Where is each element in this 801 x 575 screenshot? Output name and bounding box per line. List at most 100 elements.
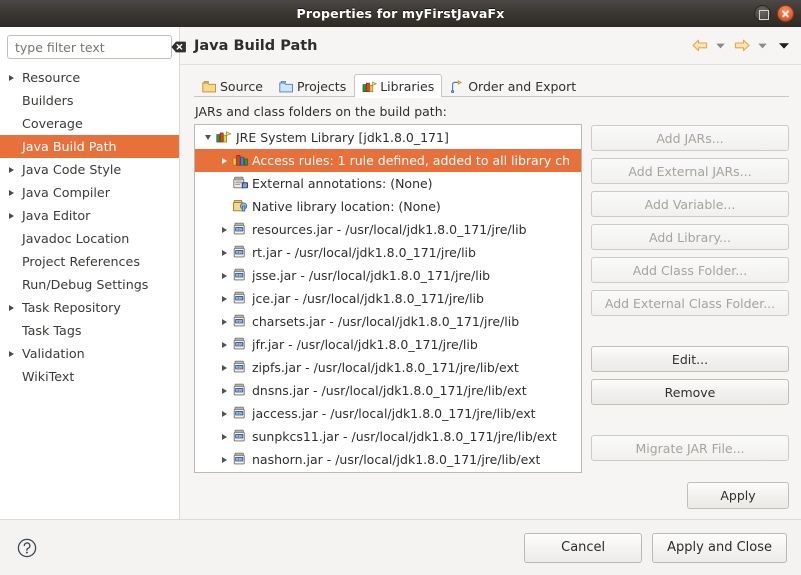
settings-sidebar: Resource Builders Coverage Java Build Path J… — [0, 27, 186, 519]
sidebar-item-label: Builders — [22, 93, 74, 108]
expand-arrow-icon[interactable] — [8, 167, 22, 173]
tree-row[interactable]: Native library location: (None) — [195, 195, 581, 218]
tab-libraries[interactable]: Libraries — [354, 74, 443, 98]
sidebar-item-label: Javadoc Location — [22, 231, 130, 246]
tab-projects[interactable]: Projects — [271, 74, 354, 97]
settings-content: Java Build Path Source Projects Librarie… — [180, 27, 801, 519]
tab-order-and-export[interactable]: Order and Export — [442, 74, 584, 97]
tree-row-label: dnsns.jar - /usr/local/jdk1.8.0_171/jre/… — [252, 383, 527, 398]
sidebar-item-java-code-style[interactable]: Java Code Style — [0, 158, 179, 181]
sidebar-item-builders[interactable]: Builders — [0, 89, 179, 112]
tree-row[interactable]: 010 jfr.jar - /usr/local/jdk1.8.0_171/jr… — [195, 333, 581, 356]
sidebar-item-resource[interactable]: Resource — [0, 66, 179, 89]
jar-icon: 010 — [232, 429, 249, 444]
title-bar: Properties for myFirstJavaFx — [0, 0, 801, 27]
sidebar-item-project-references[interactable]: Project References — [0, 250, 179, 273]
filter-box[interactable] — [7, 35, 186, 59]
back-arrow-icon[interactable] — [690, 37, 709, 55]
view-menu-icon[interactable] — [774, 37, 793, 55]
sidebar-item-validation[interactable]: Validation — [0, 342, 179, 365]
collapse-arrow-icon[interactable] — [200, 135, 216, 140]
expand-arrow-icon[interactable] — [8, 213, 22, 219]
sidebar-item-coverage[interactable]: Coverage — [0, 112, 179, 135]
tree-row[interactable]: 010 resources.jar - /usr/local/jdk1.8.0_… — [195, 218, 581, 241]
tree-row[interactable]: 010 jaccess.jar - /usr/local/jdk1.8.0_17… — [195, 402, 581, 425]
add-external-class-folder-button: Add External Class Folder... — [591, 290, 789, 316]
tree-row[interactable]: 010 dnsns.jar - /usr/local/jdk1.8.0_171/… — [195, 379, 581, 402]
expand-arrow-icon[interactable] — [216, 227, 232, 233]
expand-arrow-icon[interactable] — [216, 296, 232, 302]
sidebar-item-javadoc-location[interactable]: Javadoc Location — [0, 227, 179, 250]
expand-arrow-icon[interactable] — [216, 342, 232, 348]
expand-arrow-icon[interactable] — [216, 319, 232, 325]
tab-source[interactable]: Source — [194, 74, 271, 97]
sidebar-item-java-compiler[interactable]: Java Compiler — [0, 181, 179, 204]
back-dropdown-icon[interactable] — [711, 37, 730, 55]
tree-row-label: jfr.jar - /usr/local/jdk1.8.0_171/jre/li… — [252, 337, 478, 352]
sidebar-item-label: Resource — [22, 70, 81, 85]
properties-dialog: Properties for myFirstJavaFx Re — [0, 0, 801, 575]
svg-text:010: 010 — [236, 297, 242, 301]
expand-arrow-icon[interactable] — [216, 411, 232, 417]
svg-text:010: 010 — [236, 412, 242, 416]
tree-row[interactable]: 010 jsse.jar - /usr/local/jdk1.8.0_171/j… — [195, 264, 581, 287]
expand-arrow-icon[interactable] — [8, 190, 22, 196]
expand-arrow-icon[interactable] — [216, 457, 232, 463]
tree-row[interactable]: 010 zipfs.jar - /usr/local/jdk1.8.0_171/… — [195, 356, 581, 379]
sidebar-item-wikitext[interactable]: WikiText — [0, 365, 179, 388]
tree-row[interactable]: 010 nashorn.jar - /usr/local/jdk1.8.0_17… — [195, 448, 581, 471]
maximize-icon[interactable] — [754, 5, 771, 22]
expand-arrow-icon[interactable] — [216, 388, 232, 394]
tree-row[interactable]: @ External annotations: (None) — [195, 172, 581, 195]
libraries-tree-panel[interactable]: JRE System Library [jdk1.8.0_171] Access… — [194, 124, 582, 473]
apply-button[interactable]: Apply — [687, 482, 789, 509]
list-caption: JARs and class folders on the build path… — [195, 104, 447, 119]
expand-arrow-icon[interactable] — [8, 305, 22, 311]
tab-label: Projects — [296, 78, 347, 94]
sidebar-item-run-debug-settings[interactable]: Run/Debug Settings — [0, 273, 179, 296]
tree-row[interactable]: 010 sunpkcs11.jar - /usr/local/jdk1.8.0_… — [195, 425, 581, 448]
tree-row[interactable]: Access rules: 1 rule defined, added to a… — [195, 149, 581, 172]
expand-arrow-icon[interactable] — [8, 351, 22, 357]
clear-backspace-icon[interactable] — [171, 41, 186, 53]
help-question-icon[interactable] — [14, 535, 40, 561]
build-path-panel: Source Projects Libraries Order and Expo… — [180, 65, 801, 519]
search-input[interactable] — [15, 39, 171, 55]
expand-arrow-icon[interactable] — [216, 158, 232, 164]
sidebar-item-label: Task Tags — [22, 323, 82, 338]
page-header: Java Build Path — [180, 27, 801, 65]
migrate-jar-file-button: Migrate JAR File... — [591, 435, 789, 461]
cancel-button[interactable]: Cancel — [524, 532, 643, 563]
jar-icon: 010 — [232, 291, 249, 306]
expand-arrow-icon[interactable] — [216, 434, 232, 440]
libraries-button-column: Add JARs... Add External JARs... Add Varia… — [591, 124, 789, 473]
sidebar-item-task-tags[interactable]: Task Tags — [0, 319, 179, 342]
tree-row[interactable]: 010 jce.jar - /usr/local/jdk1.8.0_171/jr… — [195, 287, 581, 310]
sidebar-item-task-repository[interactable]: Task Repository — [0, 296, 179, 319]
expand-arrow-icon[interactable] — [8, 75, 22, 81]
svg-text:010: 010 — [236, 435, 242, 439]
close-icon[interactable] — [777, 5, 794, 22]
expand-arrow-icon[interactable] — [216, 250, 232, 256]
svg-text:010: 010 — [236, 274, 242, 278]
tree-row-label: nashorn.jar - /usr/local/jdk1.8.0_171/jr… — [252, 452, 541, 467]
tree-row[interactable]: 010 charsets.jar - /usr/local/jdk1.8.0_1… — [195, 310, 581, 333]
expand-arrow-icon[interactable] — [216, 273, 232, 279]
edit-button[interactable]: Edit... — [591, 346, 789, 372]
apply-and-close-button[interactable]: Apply and Close — [652, 532, 787, 563]
add-variable-button: Add Variable... — [591, 191, 789, 217]
tree-row[interactable]: 010 rt.jar - /usr/local/jdk1.8.0_171/jre… — [195, 241, 581, 264]
tree-row[interactable]: JRE System Library [jdk1.8.0_171] — [195, 126, 581, 149]
forward-arrow-icon[interactable] — [732, 37, 751, 55]
sidebar-item-java-build-path[interactable]: Java Build Path — [0, 135, 179, 158]
tree-row-label: resources.jar - /usr/local/jdk1.8.0_171/… — [252, 222, 527, 237]
dialog-footer: Cancel Apply and Close — [0, 519, 801, 575]
forward-dropdown-icon[interactable] — [753, 37, 772, 55]
tree-row-label: jsse.jar - /usr/local/jdk1.8.0_171/jre/l… — [252, 268, 491, 283]
jar-icon: 010 — [232, 383, 249, 398]
libraries-tree: JRE System Library [jdk1.8.0_171] Access… — [195, 125, 581, 471]
sidebar-item-java-editor[interactable]: Java Editor — [0, 204, 179, 227]
tab-label: Order and Export — [468, 78, 577, 94]
expand-arrow-icon[interactable] — [216, 365, 232, 371]
remove-button[interactable]: Remove — [591, 379, 789, 405]
